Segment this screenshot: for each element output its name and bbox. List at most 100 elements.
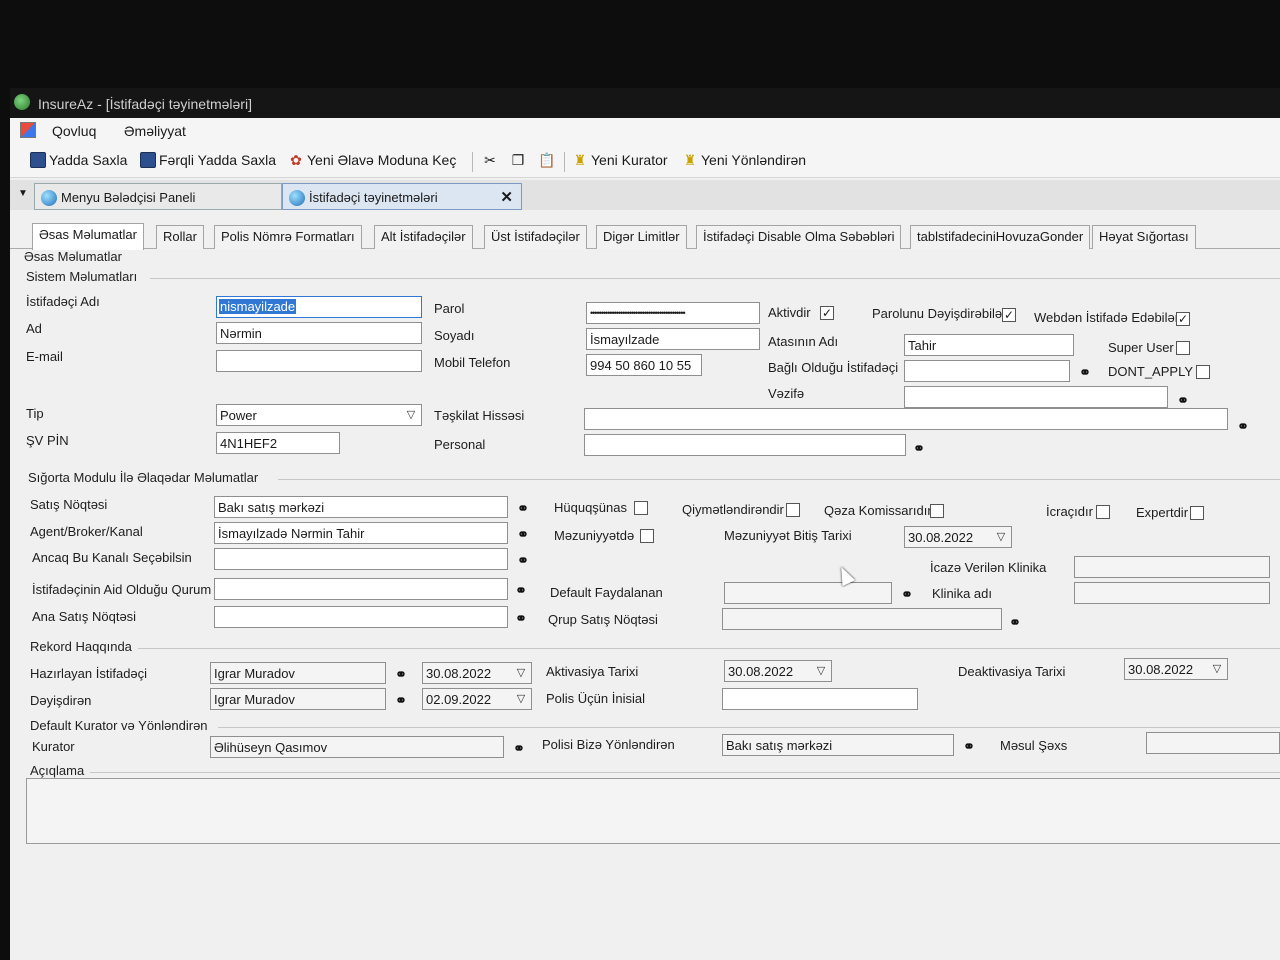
chevron-down-icon[interactable]: ▽ bbox=[403, 407, 419, 423]
tab-policy-number-formats[interactable]: Polis Nömrə Formatları bbox=[214, 225, 362, 249]
menu-operation[interactable]: Əməliyyat bbox=[124, 123, 186, 139]
tab-roles[interactable]: Rollar bbox=[156, 225, 204, 249]
prepared-by-input[interactable]: Igrar Muradov bbox=[210, 662, 386, 684]
expert-label: Expertdir bbox=[1136, 505, 1189, 520]
deactivation-date-picker[interactable]: 30.08.2022 ▽ bbox=[1124, 658, 1228, 680]
svpin-label: ŞV PİN bbox=[26, 433, 69, 448]
default-beneficiary-input[interactable] bbox=[724, 582, 892, 604]
executor-checkbox[interactable] bbox=[1096, 505, 1110, 519]
name-input[interactable]: Nərmin bbox=[216, 322, 422, 344]
director-label: Polisi Bizə Yönləndirən bbox=[542, 737, 675, 752]
policy-initial-input[interactable] bbox=[722, 688, 918, 710]
permit-clinic-input[interactable] bbox=[1074, 556, 1270, 578]
unit-input[interactable] bbox=[584, 408, 1228, 430]
chevron-down-icon[interactable]: ▽ bbox=[993, 529, 1009, 545]
divider bbox=[138, 648, 1280, 649]
tab-user-settings[interactable]: İstifadəçi təyinetmələri ✕ bbox=[282, 183, 522, 210]
tab-life-insurance[interactable]: Həyat Sığortası bbox=[1092, 225, 1196, 249]
chevron-down-icon[interactable]: ▽ bbox=[813, 663, 829, 679]
activation-date-picker[interactable]: 30.08.2022 ▽ bbox=[724, 660, 832, 682]
tab-other-limits[interactable]: Digər Limitlər bbox=[596, 225, 687, 249]
binoculars-icon[interactable] bbox=[512, 610, 530, 626]
save-button[interactable]: Yadda Saxla bbox=[30, 152, 127, 168]
agent-input[interactable]: İsmayılzadə Nərmin Tahir bbox=[214, 522, 508, 544]
binoculars-icon[interactable] bbox=[514, 526, 532, 542]
binoculars-icon[interactable] bbox=[1076, 364, 1094, 380]
binoculars-icon[interactable] bbox=[514, 500, 532, 516]
svpin-input[interactable]: 4N1HEF2 bbox=[216, 432, 340, 454]
tab-parent-users[interactable]: Üst İstifadəçilər bbox=[484, 225, 587, 249]
binoculars-icon[interactable] bbox=[392, 692, 410, 708]
cut-button[interactable]: ✂ bbox=[482, 152, 498, 168]
password-input[interactable]: ••••••••••••••••••••••••••••••••••••••••… bbox=[586, 302, 760, 324]
title-bar: InsureAz - [İstifadəçi təyinetmələri] bbox=[10, 88, 1280, 118]
tab-disable-reasons[interactable]: İstifadəçi Disable Olma Səbəbləri bbox=[696, 225, 902, 249]
grad-end-date-picker[interactable]: 30.08.2022 ▽ bbox=[904, 526, 1012, 548]
graduate-checkbox[interactable] bbox=[640, 529, 654, 543]
prepared-date-picker[interactable]: 30.08.2022 ▽ bbox=[422, 662, 532, 684]
binoculars-icon[interactable] bbox=[1174, 392, 1192, 408]
appraiser-checkbox[interactable] bbox=[786, 503, 800, 517]
chevron-down-icon[interactable]: ▽ bbox=[513, 691, 529, 707]
menu-folder[interactable]: Qovluq bbox=[52, 123, 96, 139]
pin-dropdown-icon[interactable]: ▼ bbox=[18, 188, 28, 199]
main-sales-point-input[interactable] bbox=[214, 606, 508, 628]
institution-input[interactable] bbox=[214, 578, 508, 600]
lawyer-checkbox[interactable] bbox=[634, 501, 648, 515]
binoculars-icon[interactable] bbox=[898, 586, 916, 602]
superuser-checkbox[interactable] bbox=[1176, 341, 1190, 355]
tab-main-info[interactable]: Əsas Məlumatlar bbox=[32, 223, 144, 250]
chevron-down-icon[interactable]: ▽ bbox=[513, 665, 529, 681]
surname-input[interactable]: İsmayılzade bbox=[586, 328, 760, 350]
dont-apply-checkbox[interactable] bbox=[1196, 365, 1210, 379]
changed-by-input[interactable]: Igrar Muradov bbox=[210, 688, 386, 710]
active-checkbox[interactable]: ✓ bbox=[820, 306, 834, 320]
personal-input[interactable] bbox=[584, 434, 906, 456]
description-textarea[interactable] bbox=[26, 778, 1280, 844]
linked-user-input[interactable] bbox=[904, 360, 1070, 382]
tab-navigation-panel[interactable]: Menyu Bələdçisi Paneli bbox=[34, 183, 282, 210]
changed-date-picker[interactable]: 02.09.2022 ▽ bbox=[422, 688, 532, 710]
clinic-name-input[interactable] bbox=[1074, 582, 1270, 604]
grad-end-date-label: Məzuniyyət Bitiş Tarixi bbox=[724, 528, 852, 543]
binoculars-icon[interactable] bbox=[512, 582, 530, 598]
tab-send-to-pool[interactable]: tablstifadeciniHovuzaGonder bbox=[910, 225, 1091, 249]
new-curator-button[interactable]: ♜ Yeni Kurator bbox=[572, 152, 668, 168]
binoculars-icon[interactable] bbox=[1234, 418, 1252, 434]
mobile-input[interactable]: 994 50 860 10 55 bbox=[586, 354, 702, 376]
save-as-button[interactable]: Fərqli Yadda Saxla bbox=[140, 152, 276, 168]
expert-checkbox[interactable] bbox=[1190, 506, 1204, 520]
main-sales-point-label: Ana Satış Nöqtəsi bbox=[32, 609, 137, 624]
can-change-password-checkbox[interactable]: ✓ bbox=[1002, 308, 1016, 322]
accident-commissioner-checkbox[interactable] bbox=[930, 504, 944, 518]
responsible-person-input[interactable] bbox=[1146, 732, 1280, 754]
binoculars-icon[interactable] bbox=[1006, 614, 1024, 630]
group-sales-point-input[interactable] bbox=[722, 608, 1002, 630]
accident-commissioner-label: Qəza Komissarıdır bbox=[824, 503, 932, 518]
sales-point-input[interactable]: Bakı satış mərkəzi bbox=[214, 496, 508, 518]
type-select[interactable]: Power ▽ bbox=[216, 404, 422, 426]
email-input[interactable] bbox=[216, 350, 422, 372]
binoculars-icon[interactable] bbox=[514, 552, 532, 568]
type-label: Tip bbox=[26, 406, 44, 421]
father-name-input[interactable]: Tahir bbox=[904, 334, 1074, 356]
app-menu-icon[interactable] bbox=[20, 122, 36, 138]
tab-sub-users[interactable]: Alt İstifadəçilər bbox=[374, 225, 473, 249]
binoculars-icon[interactable] bbox=[392, 666, 410, 682]
chevron-down-icon[interactable]: ▽ bbox=[1209, 661, 1225, 677]
copy-button[interactable]: ❐ bbox=[510, 152, 526, 168]
web-access-checkbox[interactable]: ✓ bbox=[1176, 312, 1190, 326]
document-tabs: ▼ Menyu Bələdçisi Paneli İstifadəçi təyi… bbox=[10, 180, 1280, 210]
close-icon[interactable]: ✕ bbox=[500, 188, 513, 206]
binoculars-icon[interactable] bbox=[910, 440, 928, 456]
paste-button[interactable]: 📋 bbox=[538, 152, 555, 168]
new-director-button[interactable]: ♜ Yeni Yönləndirən bbox=[682, 152, 806, 168]
username-input[interactable]: nismayilzade bbox=[216, 296, 422, 318]
binoculars-icon[interactable] bbox=[510, 740, 528, 756]
position-input[interactable] bbox=[904, 386, 1168, 408]
binoculars-icon[interactable] bbox=[960, 738, 978, 754]
only-channel-input[interactable] bbox=[214, 548, 508, 570]
curator-input[interactable]: Əlihüseyn Qasımov bbox=[210, 736, 504, 758]
director-input[interactable]: Bakı satış mərkəzi bbox=[722, 734, 954, 756]
new-addon-mode-button[interactable]: ✿ Yeni Əlavə Moduna Keç bbox=[288, 152, 456, 168]
